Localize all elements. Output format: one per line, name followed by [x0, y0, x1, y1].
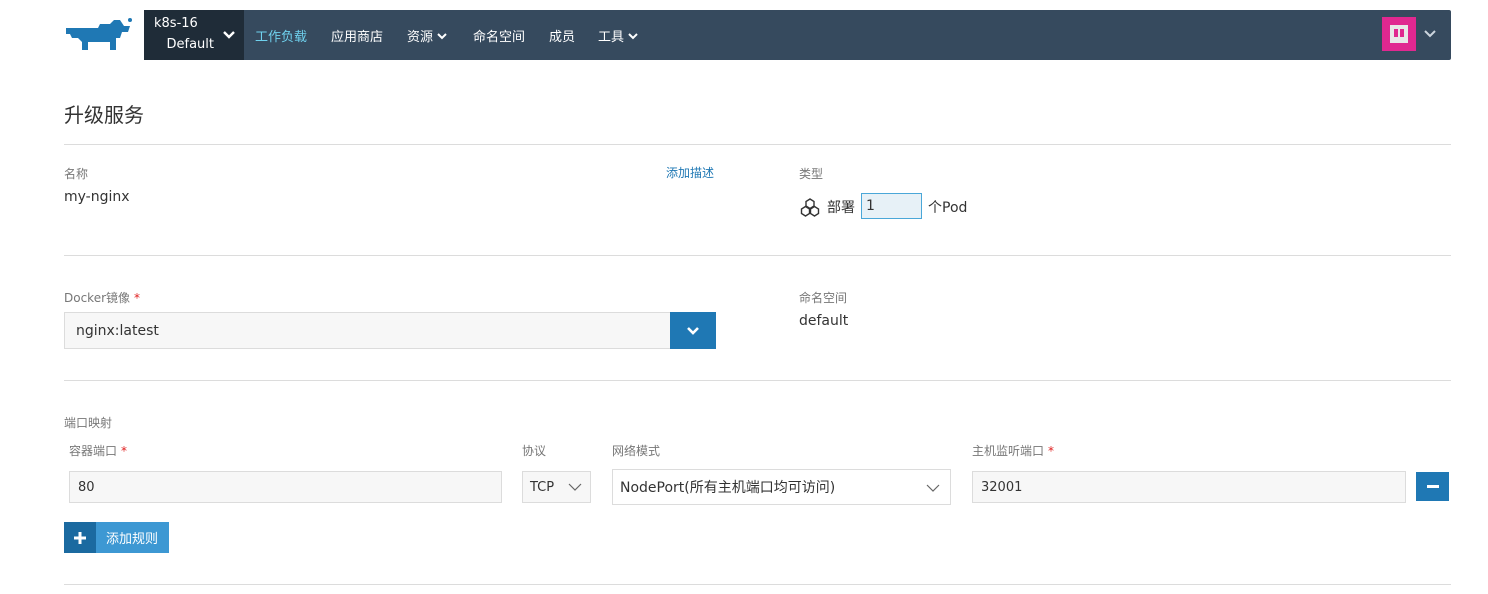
host-port-value: 32001: [981, 479, 1023, 495]
divider: [64, 144, 1451, 145]
remove-port-button[interactable]: [1416, 472, 1449, 501]
container-port-value: 80: [78, 479, 95, 495]
docker-image-input[interactable]: [64, 312, 670, 349]
protocol-header: 协议: [522, 444, 547, 458]
chevron-down-icon[interactable]: [1422, 26, 1438, 42]
port-mapping-label: 端口映射: [64, 416, 113, 430]
chevron-down-icon: [926, 484, 940, 492]
container-port-header-text: 容器端口: [69, 444, 118, 458]
protocol-select[interactable]: TCP: [522, 471, 591, 503]
rancher-logo[interactable]: [64, 14, 134, 54]
nav-item-label: 命名空间: [473, 30, 526, 45]
name-value: my-nginx: [64, 189, 130, 205]
container-port-header: 容器端口 *: [69, 442, 127, 459]
plus-icon: [64, 522, 96, 553]
network-mode-select[interactable]: NodePort(所有主机端口均可访问): [612, 469, 951, 505]
add-rule-button[interactable]: 添加规则: [64, 522, 170, 553]
protocol-value: TCP: [530, 479, 555, 495]
divider: [64, 380, 1451, 381]
image-dropdown-button[interactable]: [670, 312, 716, 349]
chevron-down-icon: [687, 326, 699, 335]
top-navbar: k8s-16 Default 工作负载 应用商店 资源 命名空间 成员 工具: [144, 10, 1451, 60]
host-port-header-text: 主机监听端口: [972, 444, 1045, 458]
cluster-name: k8s-16: [154, 16, 198, 31]
nav-item-catalog[interactable]: 应用商店: [331, 26, 383, 45]
network-mode-header: 网络模式: [612, 444, 661, 458]
required-marker: *: [121, 444, 128, 458]
project-name: Default: [166, 37, 215, 52]
chevron-down-icon: [628, 32, 638, 39]
divider: [64, 584, 1451, 585]
network-mode-value: NodePort(所有主机端口均可访问): [620, 480, 836, 496]
host-port-header: 主机监听端口 *: [972, 442, 1054, 459]
user-avatar[interactable]: [1382, 17, 1416, 51]
scale-suffix: 个Pod: [928, 200, 968, 216]
nav-item-label: 工作负载: [255, 30, 308, 45]
required-marker: *: [134, 291, 141, 305]
scale-input[interactable]: [861, 193, 922, 219]
divider: [64, 255, 1451, 256]
docker-image-label-text: Docker镜像: [64, 291, 131, 305]
nav-item-label: 工具: [598, 30, 625, 45]
nav-item-resources[interactable]: 资源: [407, 26, 448, 45]
required-marker: *: [1048, 444, 1055, 458]
nav-item-tools[interactable]: 工具: [598, 26, 639, 45]
nav-item-namespaces[interactable]: 命名空间: [473, 26, 525, 45]
type-label: 类型: [799, 167, 824, 181]
minus-icon: [1426, 485, 1439, 488]
nav-item-label: 成员: [549, 30, 576, 45]
deployment-icon: [800, 198, 820, 217]
namespace-value: default: [799, 313, 849, 329]
nav-item-label: 应用商店: [331, 30, 384, 45]
container-port-input[interactable]: 80: [69, 471, 502, 503]
nav-item-workloads[interactable]: 工作负载: [255, 26, 307, 45]
chevron-down-icon: [437, 32, 447, 39]
page-title: 升级服务: [64, 103, 144, 127]
add-rule-label: 添加规则: [96, 522, 170, 553]
host-port-input[interactable]: 32001: [972, 471, 1406, 503]
cluster-project-switcher[interactable]: k8s-16 Default: [144, 10, 244, 60]
nav-item-members[interactable]: 成员: [549, 26, 575, 45]
nav-item-label: 资源: [407, 30, 434, 45]
chevron-down-icon: [223, 31, 235, 39]
add-description-link[interactable]: 添加描述: [666, 164, 714, 181]
chevron-down-icon: [568, 483, 582, 491]
namespace-label: 命名空间: [799, 291, 848, 305]
name-label: 名称: [64, 167, 89, 181]
docker-image-label: Docker镜像 *: [64, 289, 140, 306]
deploy-label: 部署: [827, 200, 855, 216]
